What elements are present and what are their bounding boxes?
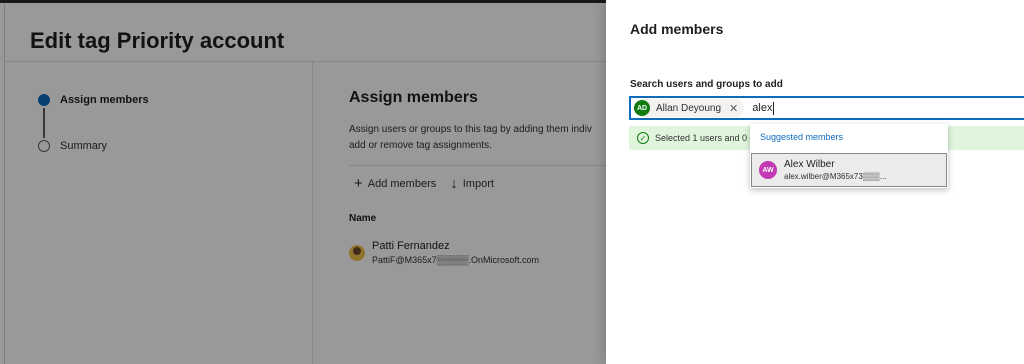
search-label: Search users and groups to add [630,79,783,90]
suggestions-header: Suggested members [760,132,844,142]
close-icon[interactable]: ✕ [729,102,738,115]
text-caret [773,101,775,115]
search-input[interactable]: AD Allan Deyoung ✕ alex [629,96,1024,120]
avatar: AD [634,100,650,116]
pill-name: Allan Deyoung [656,102,722,114]
avatar: AW [759,161,777,179]
suggestion-item[interactable]: AW Alex Wilber alex.wilber@M365x73▒▒▒... [751,153,947,187]
search-text: alex [752,102,773,114]
info-text: Selected 1 users and 0 g [655,133,755,143]
checkmark-icon: ✓ [637,132,649,144]
selected-user-pill[interactable]: AD Allan Deyoung ✕ [634,99,745,117]
suggestion-email: alex.wilber@M365x73▒▒▒... [784,172,887,181]
suggestion-name: Alex Wilber [784,159,835,170]
modal-overlay[interactable] [0,0,606,364]
add-members-flyout: Add members Search users and groups to a… [606,0,1024,364]
suggestions-dropdown: Suggested members AW Alex Wilber alex.wi… [750,124,948,188]
flyout-title: Add members [630,21,724,37]
